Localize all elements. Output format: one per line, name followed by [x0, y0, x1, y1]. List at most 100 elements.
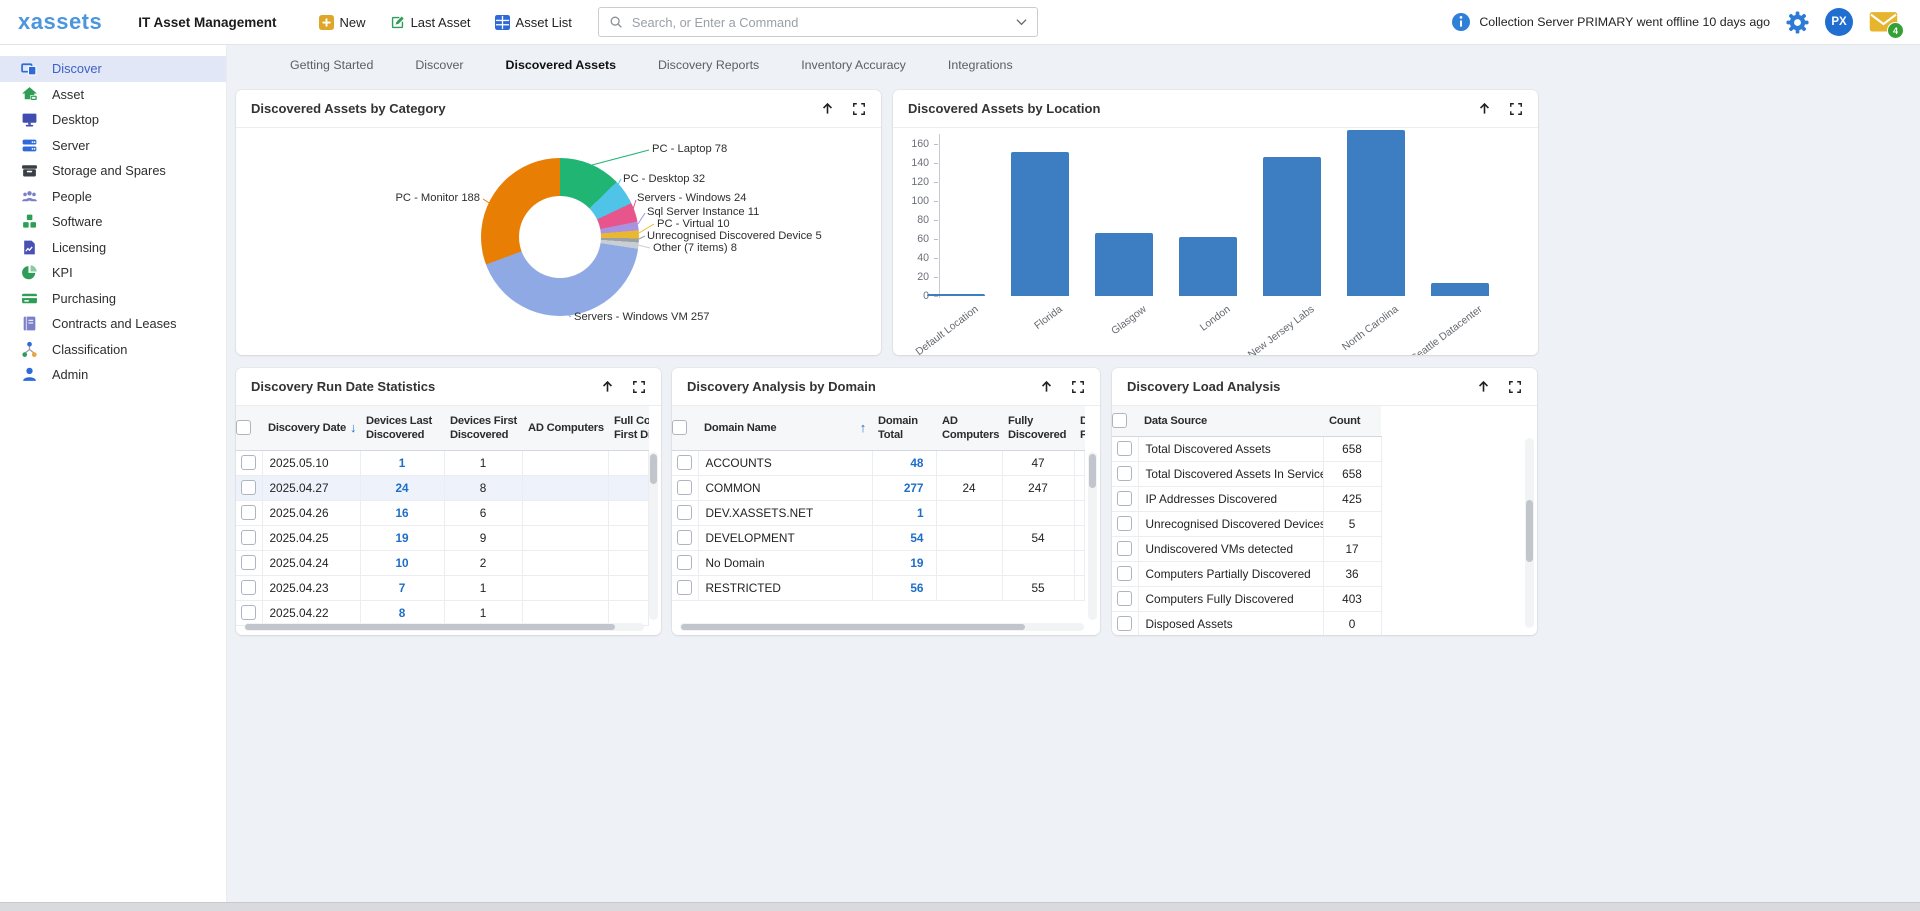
select-all-checkbox[interactable] [1112, 413, 1127, 428]
table-row[interactable]: IP Addresses Discovered425 [1112, 486, 1381, 511]
sidebar-item-desktop[interactable]: Desktop [0, 107, 226, 133]
column-header-full-comp-first-disc[interactable]: Full CompFirst Disc [608, 406, 649, 450]
user-avatar[interactable]: PX [1825, 8, 1853, 36]
row-checkbox[interactable] [1117, 541, 1132, 556]
cell-link[interactable]: 1 [917, 506, 924, 520]
sidebar-item-kpi[interactable]: KPI [0, 260, 226, 286]
sidebar-item-purchasing[interactable]: Purchasing [0, 286, 226, 312]
table-row[interactable]: 2025.04.26166 [236, 500, 649, 525]
table-row[interactable]: Unrecognised Discovered Devices5 [1112, 511, 1381, 536]
column-header-devices-last-discovered[interactable]: Devices LastDiscovered [360, 406, 444, 450]
sidebar-item-software[interactable]: Software [0, 209, 226, 235]
row-checkbox[interactable] [1117, 516, 1132, 531]
sidebar-item-licensing[interactable]: Licensing [0, 235, 226, 261]
column-header-fully-discovered[interactable]: FullyDiscovered [1002, 406, 1074, 450]
row-checkbox[interactable] [1117, 566, 1132, 581]
row-checkbox[interactable] [241, 530, 256, 545]
table-row[interactable]: Disposed Assets0 [1112, 611, 1381, 635]
cell-link[interactable]: 10 [395, 556, 408, 570]
table-row[interactable]: Undiscovered VMs detected17 [1112, 536, 1381, 561]
sidebar-item-contracts-and-leases[interactable]: Contracts and Leases [0, 311, 226, 337]
mail-button[interactable]: 4 [1868, 9, 1900, 35]
cell-link[interactable]: 7 [399, 581, 406, 595]
table-row[interactable]: Computers Fully Discovered403 [1112, 586, 1381, 611]
cell-link[interactable]: 8 [399, 606, 406, 620]
vertical-scrollbar[interactable] [649, 452, 658, 620]
row-checkbox[interactable] [1117, 441, 1132, 456]
tab-discovery-reports[interactable]: Discovery Reports [637, 48, 780, 82]
expand-icon[interactable] [1508, 380, 1522, 394]
table-row[interactable]: 2025.04.25199 [236, 525, 649, 550]
cell-link[interactable]: 19 [910, 556, 923, 570]
table-row[interactable]: COMMON27724247 [672, 475, 1085, 500]
tab-discovered-assets[interactable]: Discovered Assets [485, 48, 637, 82]
column-header-domain-total[interactable]: DomainTotal [872, 406, 936, 450]
cell-link[interactable]: 1 [399, 456, 406, 470]
sidebar-item-asset[interactable]: Asset [0, 82, 226, 108]
column-header-discovery-date[interactable]: Discovery Date↓ [262, 406, 360, 450]
table-row[interactable]: DEV.XASSETS.NET1 [672, 500, 1085, 525]
table-row[interactable]: No Domain19 [672, 550, 1085, 575]
export-up-icon[interactable] [1476, 379, 1491, 394]
table-row[interactable]: 2025.05.1011 [236, 450, 649, 475]
export-up-icon[interactable] [1477, 101, 1492, 116]
row-checkbox[interactable] [1117, 616, 1132, 631]
expand-icon[interactable] [1509, 102, 1523, 116]
table-row[interactable]: DEVELOPMENT5454 [672, 525, 1085, 550]
search-input[interactable] [630, 14, 1016, 31]
vertical-scrollbar[interactable] [1088, 452, 1097, 620]
row-checkbox[interactable] [241, 605, 256, 620]
table-row[interactable]: Total Discovered Assets658 [1112, 436, 1381, 461]
table-row[interactable]: 2025.04.2281 [236, 600, 649, 625]
column-header-ad-computers[interactable]: ADComputers [936, 406, 1002, 450]
row-checkbox[interactable] [677, 505, 692, 520]
column-header-domain-name[interactable]: Domain Name↑ [698, 406, 872, 450]
row-checkbox[interactable] [241, 555, 256, 570]
vertical-scrollbar[interactable] [1525, 438, 1534, 628]
sidebar-item-classification[interactable]: Classification [0, 337, 226, 363]
sidebar-item-people[interactable]: People [0, 184, 226, 210]
table-row[interactable]: 2025.04.24102 [236, 550, 649, 575]
table-row[interactable]: 2025.04.2371 [236, 575, 649, 600]
select-all-checkbox[interactable] [672, 420, 687, 435]
gear-icon[interactable] [1785, 10, 1810, 35]
tab-integrations[interactable]: Integrations [927, 48, 1034, 82]
xassets-logo[interactable]: xassets [18, 9, 102, 35]
export-up-icon[interactable] [1039, 379, 1054, 394]
export-up-icon[interactable] [820, 101, 835, 116]
new-button[interactable]: New [319, 15, 366, 30]
table-row[interactable]: RESTRICTED5655 [672, 575, 1085, 600]
cell-link[interactable]: 24 [395, 481, 408, 495]
table-row[interactable]: Total Discovered Assets In Service658 [1112, 461, 1381, 486]
column-header-ad-computers[interactable]: AD Computers [522, 406, 608, 450]
column-header-dis-fail[interactable]: DisFail [1074, 406, 1085, 450]
expand-icon[interactable] [632, 380, 646, 394]
row-checkbox[interactable] [677, 530, 692, 545]
horizontal-scrollbar[interactable] [244, 623, 644, 631]
row-checkbox[interactable] [241, 580, 256, 595]
sidebar-item-admin[interactable]: Admin [0, 362, 226, 388]
row-checkbox[interactable] [241, 505, 256, 520]
row-checkbox[interactable] [1117, 491, 1132, 506]
sidebar-item-discover[interactable]: Discover [0, 56, 226, 82]
chevron-down-icon[interactable] [1016, 18, 1027, 26]
export-up-icon[interactable] [600, 379, 615, 394]
last-asset-button[interactable]: Last Asset [390, 15, 471, 30]
row-checkbox[interactable] [677, 455, 692, 470]
command-search[interactable] [598, 7, 1038, 37]
info-icon[interactable] [1451, 12, 1471, 32]
horizontal-scrollbar[interactable] [680, 623, 1084, 631]
row-checkbox[interactable] [1117, 466, 1132, 481]
row-checkbox[interactable] [677, 480, 692, 495]
table-row[interactable]: ACCOUNTS4847 [672, 450, 1085, 475]
asset-list-button[interactable]: Asset List [495, 15, 572, 30]
cell-link[interactable]: 16 [395, 506, 408, 520]
cell-link[interactable]: 54 [910, 531, 923, 545]
cell-link[interactable]: 19 [395, 531, 408, 545]
column-header-count[interactable]: Count [1323, 406, 1381, 436]
sidebar-item-server[interactable]: Server [0, 133, 226, 159]
tab-discover[interactable]: Discover [394, 48, 484, 82]
row-checkbox[interactable] [677, 580, 692, 595]
tab-inventory-accuracy[interactable]: Inventory Accuracy [780, 48, 927, 82]
expand-icon[interactable] [1071, 380, 1085, 394]
